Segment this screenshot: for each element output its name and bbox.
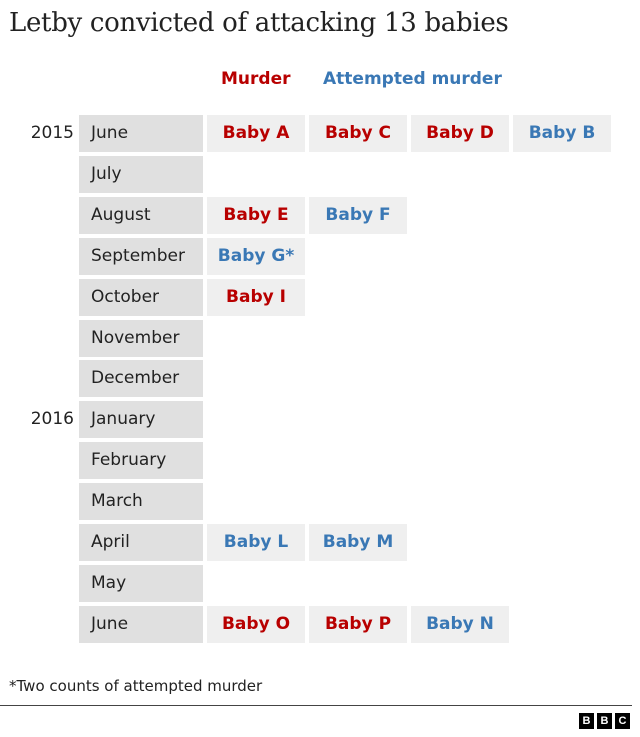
baby-cell-murder: Baby I: [207, 279, 305, 316]
divider: [0, 705, 632, 706]
year-label: 2016: [30, 409, 74, 429]
baby-cell-attempted: Baby M: [309, 524, 407, 561]
month-label: January: [79, 401, 203, 438]
baby-cell-murder: Baby P: [309, 606, 407, 643]
baby-cell-attempted: Baby L: [207, 524, 305, 561]
month-label: June: [79, 606, 203, 643]
month-label: June: [79, 115, 203, 152]
month-label: December: [79, 360, 203, 397]
baby-cell-murder: Baby O: [207, 606, 305, 643]
bbc-logo: B B C: [579, 713, 630, 729]
month-label: May: [79, 565, 203, 602]
month-label: April: [79, 524, 203, 561]
timeline-grid: 2015 June Baby A Baby C Baby D Baby B July Augu…: [0, 0, 640, 660]
month-label: November: [79, 320, 203, 357]
month-label: October: [79, 279, 203, 316]
baby-cell-attempted: Baby N: [411, 606, 509, 643]
baby-cell-attempted: Baby G*: [207, 238, 305, 275]
footnote: *Two counts of attempted murder: [9, 677, 263, 695]
logo-letter: B: [597, 713, 612, 729]
baby-cell-attempted: Baby F: [309, 197, 407, 234]
month-label: September: [79, 238, 203, 275]
baby-cell-murder: Baby D: [411, 115, 509, 152]
baby-cell-attempted: Baby B: [513, 115, 611, 152]
month-label: February: [79, 442, 203, 479]
baby-cell-murder: Baby C: [309, 115, 407, 152]
month-label: August: [79, 197, 203, 234]
month-label: July: [79, 156, 203, 193]
month-label: March: [79, 483, 203, 520]
year-label: 2015: [30, 123, 74, 143]
baby-cell-murder: Baby E: [207, 197, 305, 234]
logo-letter: C: [615, 713, 630, 729]
baby-cell-murder: Baby A: [207, 115, 305, 152]
logo-letter: B: [579, 713, 594, 729]
